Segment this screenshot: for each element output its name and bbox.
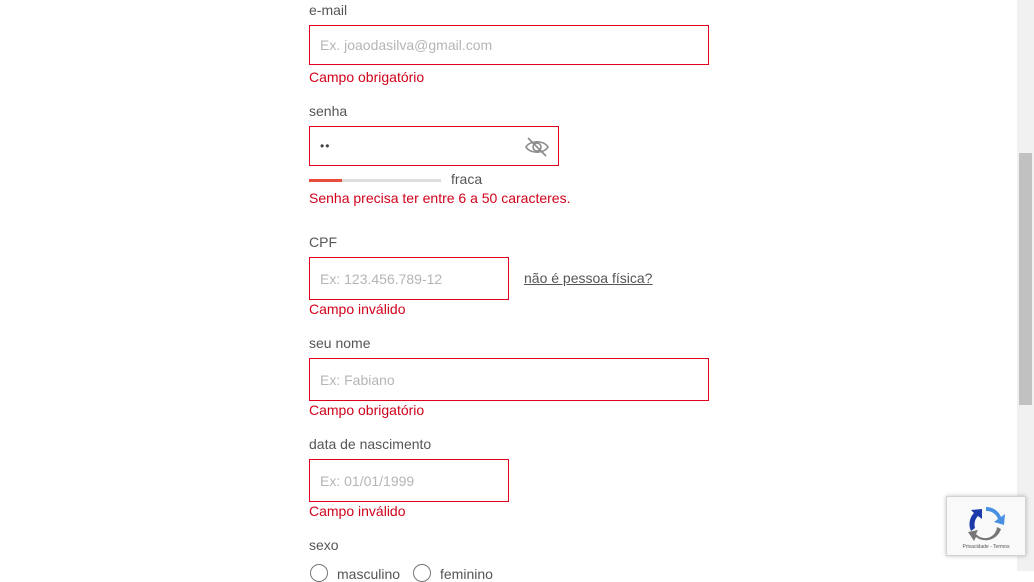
birthdate-label: data de nascimento bbox=[309, 436, 432, 452]
name-error: Campo obrigatório bbox=[309, 402, 425, 418]
cpf-field[interactable] bbox=[309, 257, 509, 300]
not-individual-link[interactable]: não é pessoa física? bbox=[524, 270, 652, 286]
cpf-label: CPF bbox=[309, 234, 337, 250]
scrollbar-thumb[interactable] bbox=[1019, 153, 1032, 405]
password-masked-value[interactable]: •• bbox=[320, 139, 330, 153]
birthdate-field[interactable] bbox=[309, 459, 509, 502]
name-input[interactable] bbox=[320, 359, 698, 400]
email-error: Campo obrigatório bbox=[309, 69, 425, 85]
recaptcha-links: Privacidade - Termos bbox=[947, 544, 1025, 550]
name-field[interactable] bbox=[309, 358, 709, 401]
recaptcha-terms-link[interactable]: Termos bbox=[993, 544, 1009, 550]
password-strength-fill bbox=[309, 179, 342, 182]
birthdate-input[interactable] bbox=[320, 460, 498, 501]
cpf-input[interactable] bbox=[320, 258, 498, 299]
gender-option-male-label: masculino bbox=[337, 566, 401, 582]
email-field[interactable] bbox=[309, 25, 709, 65]
password-strength-bar bbox=[309, 179, 441, 182]
gender-radio-male[interactable] bbox=[310, 564, 328, 582]
email-label: e-mail bbox=[309, 2, 348, 18]
gender-option-female-label: feminino bbox=[440, 566, 493, 582]
eye-slash-icon[interactable] bbox=[524, 136, 550, 158]
cpf-error: Campo inválido bbox=[309, 301, 406, 317]
email-input[interactable] bbox=[320, 26, 698, 64]
name-label: seu nome bbox=[309, 335, 371, 351]
password-field[interactable]: •• bbox=[309, 126, 559, 166]
password-label: senha bbox=[309, 103, 348, 119]
birthdate-error: Campo inválido bbox=[309, 503, 406, 519]
password-strength-label: fraca bbox=[451, 171, 483, 187]
recaptcha-icon bbox=[968, 506, 1005, 541]
gender-label: sexo bbox=[309, 537, 339, 553]
gender-radio-female[interactable] bbox=[413, 564, 431, 582]
recaptcha-privacy-link[interactable]: Privacidade bbox=[963, 544, 989, 550]
password-error: Senha precisa ter entre 6 a 50 caractere… bbox=[309, 190, 571, 206]
recaptcha-badge[interactable]: Privacidade - Termos bbox=[946, 496, 1026, 556]
